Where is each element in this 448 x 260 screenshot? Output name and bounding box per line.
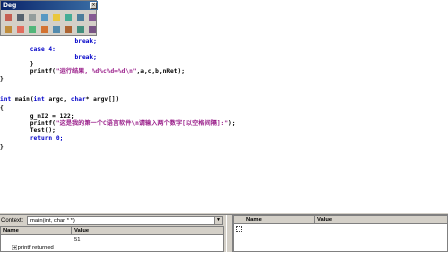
code-text: } [0,144,4,151]
close-button[interactable]: × [90,2,97,9]
quickwatch-icon[interactable] [15,24,26,35]
chevron-down-icon[interactable]: ▼ [214,217,222,224]
watch-header: Name Value [234,216,447,224]
stop-icon[interactable] [15,12,26,23]
break-icon[interactable] [27,12,38,23]
code-keyword: int [33,96,45,103]
code-text: Test(); [0,127,56,134]
column-header-name[interactable]: Name [3,227,19,235]
debug-toolbar-title: Deg [3,2,17,9]
step-out-icon[interactable] [87,12,98,23]
column-header-value[interactable]: Value [74,227,89,235]
code-text: argc, [44,96,71,103]
watch-grid[interactable]: Name Value [233,215,448,252]
context-dropdown[interactable]: main(int, char * *) ▼ [27,216,223,225]
watch-icon[interactable] [27,24,38,35]
debug-toolbar: Deg × [0,0,98,36]
restart-icon[interactable] [3,12,14,23]
code-line: } [0,75,4,84]
column-divider[interactable] [314,216,315,224]
apply-code-changes-icon[interactable] [39,12,50,23]
return-arrow-icon [11,244,17,250]
code-text: main( [11,96,34,103]
code-keyword: int [0,96,12,103]
debug-toolbar-titlebar[interactable]: Deg × [1,1,98,10]
code-line: printf("运行结果, %d%c%d=%d\n",a,c,b,nRet); [0,67,185,76]
column-header-value[interactable]: Value [317,216,332,224]
new-watch-entry[interactable] [236,226,242,232]
registers-icon[interactable] [51,24,62,35]
code-text: ); [228,120,236,127]
context-label: Context: [1,218,24,224]
code-string: "运行结果, %d%c%d=%d\n" [55,68,137,75]
auto-variables-grid[interactable]: Name Value printf returned 51 [0,226,224,252]
code-text: } [0,76,4,83]
code-keyword: case 4: [0,46,56,53]
code-keyword: return 0; [0,135,64,142]
variables-window: Context: main(int, char * *) ▼ Name Valu… [0,215,226,252]
column-divider[interactable] [71,227,72,235]
show-next-statement-icon[interactable] [51,12,62,23]
column-header-name[interactable]: Name [246,216,262,224]
context-value: main(int, char * *) [30,218,75,224]
watch-window: Name Value [233,215,448,252]
disassembly-icon[interactable] [87,24,98,35]
code-string: "这是我的第一个C语言软件\n请输入两个数字[以空格间隔]:" [55,120,229,127]
pane-splitter[interactable] [226,215,233,252]
memory-icon[interactable] [63,24,74,35]
code-text: ,a,c,b,nRet); [136,68,185,75]
code-keyword: break; [0,38,97,45]
variable-name: printf returned [17,245,54,251]
variables-icon[interactable] [39,24,50,35]
step-into-icon[interactable] [63,12,74,23]
table-row[interactable]: printf returned [2,236,54,251]
code-text: * argv[]) [85,96,120,103]
code-keyword: char [70,96,86,103]
call-stack-icon[interactable] [75,24,86,35]
code-text: printf( [0,68,56,75]
auto-variables-header: Name Value [1,227,223,235]
code-line: } [0,143,4,152]
code-text: { [0,105,4,112]
run-to-cursor-icon[interactable] [3,24,14,35]
code-line: return 0; [0,134,64,143]
code-line: int main(int argc, char* argv[]) [0,95,119,104]
step-over-icon[interactable] [75,12,86,23]
variable-value: 51 [74,237,81,243]
